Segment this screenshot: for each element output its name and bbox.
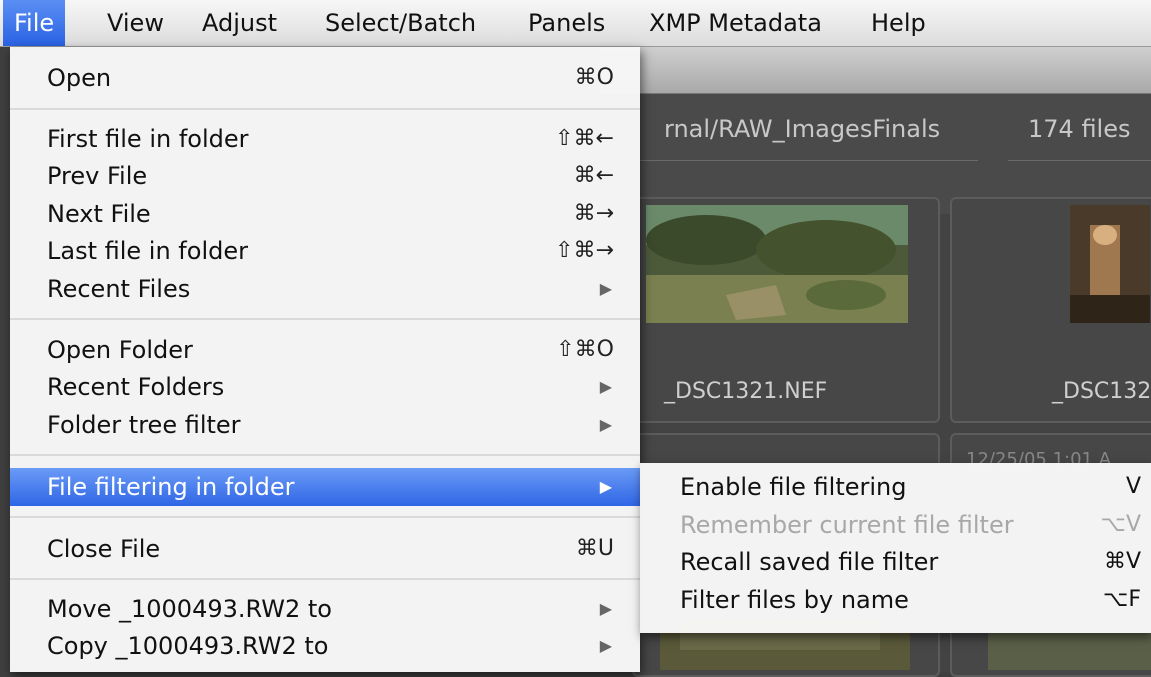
- thumbnail-cell[interactable]: _DSC132: [950, 197, 1151, 423]
- menu-item-label: Folder tree filter: [47, 411, 241, 439]
- submenu-item-filter-by-name[interactable]: Filter files by name ⌥F: [640, 581, 1151, 619]
- menu-separator: [10, 318, 640, 320]
- triangle-right-icon: ▶: [599, 636, 612, 655]
- menu-item-recent-folders[interactable]: Recent Folders ▶: [10, 368, 640, 406]
- menubar-file[interactable]: File: [3, 0, 66, 46]
- shortcut-label: ⌘U: [575, 536, 614, 561]
- menu-item-close-file[interactable]: Close File ⌘U: [10, 530, 640, 568]
- menu-item-label: Recall saved file filter: [680, 548, 939, 576]
- shortcut-label: ⌥F: [1102, 587, 1141, 612]
- menu-item-prev-file[interactable]: Prev File ⌘←: [10, 157, 640, 195]
- menu-separator: [10, 108, 640, 110]
- menu-item-label: File filtering in folder: [47, 473, 295, 501]
- menu-item-label: Remember current file filter: [680, 511, 1014, 539]
- shortcut-label: ⌥V: [1100, 512, 1141, 537]
- menubar-view[interactable]: View: [96, 0, 175, 46]
- folder-path[interactable]: rnal/RAW_ImagesFinals: [664, 115, 940, 143]
- menu-item-file-filtering[interactable]: File filtering in folder ▶: [10, 468, 640, 506]
- menu-separator: [10, 454, 640, 456]
- menu-item-label: Filter files by name: [680, 586, 909, 614]
- path-underline: [640, 160, 978, 161]
- menubar-help[interactable]: Help: [860, 0, 937, 46]
- menu-item-label: First file in folder: [47, 125, 249, 153]
- menu-item-next-file[interactable]: Next File ⌘→: [10, 195, 640, 233]
- triangle-right-icon: ▶: [599, 477, 612, 496]
- menu-separator: [10, 516, 640, 518]
- path-toolbar: [600, 94, 1151, 214]
- menu-item-open-folder[interactable]: Open Folder ⇧⌘O: [10, 331, 640, 369]
- shortcut-label: ⌘V: [1103, 549, 1141, 574]
- menu-item-label: Recent Folders: [47, 373, 225, 401]
- submenu-item-enable-filtering[interactable]: Enable file filtering V: [640, 468, 1151, 506]
- window-titlebar: [600, 47, 1151, 94]
- menu-item-label: Recent Files: [47, 275, 191, 303]
- triangle-right-icon: ▶: [599, 279, 612, 298]
- menu-item-label: Copy _1000493.RW2 to: [47, 632, 329, 660]
- thumbnail-cell[interactable]: _DSC1321.NEF: [632, 197, 940, 423]
- file-count: 174 files: [1028, 115, 1131, 143]
- menubar-adjust[interactable]: Adjust: [191, 0, 288, 46]
- submenu-item-recall-filter[interactable]: Recall saved file filter ⌘V: [640, 543, 1151, 581]
- menu-item-label: Move _1000493.RW2 to: [47, 595, 332, 623]
- shortcut-label: ⌘O: [574, 65, 614, 90]
- shortcut-label: ⌘→: [573, 201, 614, 226]
- menu-item-copy-file[interactable]: Copy _1000493.RW2 to ▶: [10, 627, 640, 665]
- thumbnail-filename: _DSC132: [1052, 379, 1151, 404]
- menubar-xmp-metadata[interactable]: XMP Metadata: [638, 0, 833, 46]
- file-menu: Open ⌘O First file in folder ⇧⌘← Prev Fi…: [10, 47, 640, 672]
- menu-item-label: Prev File: [47, 162, 148, 190]
- menu-item-last-file[interactable]: Last file in folder ⇧⌘→: [10, 232, 640, 270]
- menu-item-label: Open Folder: [47, 336, 193, 364]
- menubar-panels[interactable]: Panels: [517, 0, 616, 46]
- file-filtering-submenu: Enable file filtering V Remember current…: [640, 463, 1151, 633]
- menu-item-label: Close File: [47, 535, 161, 563]
- menu-item-label: Enable file filtering: [680, 473, 907, 501]
- menu-item-label: Next File: [47, 200, 151, 228]
- thumbnail-image: [988, 630, 1151, 670]
- thumbnail-image: [1070, 205, 1150, 323]
- menu-item-open[interactable]: Open ⌘O: [10, 59, 640, 97]
- shortcut-label: ⇧⌘←: [555, 126, 614, 151]
- triangle-right-icon: ▶: [599, 415, 612, 434]
- shortcut-label: ⌘←: [573, 163, 614, 188]
- triangle-right-icon: ▶: [599, 377, 612, 396]
- shortcut-label: ⇧⌘O: [556, 337, 614, 362]
- menu-item-folder-tree-filter[interactable]: Folder tree filter ▶: [10, 406, 640, 444]
- thumbnail-image: [646, 205, 908, 323]
- count-underline: [1008, 160, 1151, 161]
- triangle-right-icon: ▶: [599, 599, 612, 618]
- menu-item-move-file[interactable]: Move _1000493.RW2 to ▶: [10, 590, 640, 628]
- menu-item-first-file[interactable]: First file in folder ⇧⌘←: [10, 120, 640, 158]
- shortcut-label: ⇧⌘→: [555, 238, 614, 263]
- thumbnail-filename: _DSC1321.NEF: [664, 379, 828, 404]
- menu-separator: [10, 578, 640, 580]
- menu-item-label: Open: [47, 64, 112, 92]
- shortcut-label: V: [1125, 474, 1141, 499]
- menu-item-recent-files[interactable]: Recent Files ▶: [10, 270, 640, 308]
- menubar-select-batch[interactable]: Select/Batch: [314, 0, 487, 46]
- submenu-item-remember-filter: Remember current file filter ⌥V: [640, 506, 1151, 544]
- menu-bar: File View Adjust Select/Batch Panels XMP…: [0, 0, 1151, 47]
- menu-item-label: Last file in folder: [47, 237, 248, 265]
